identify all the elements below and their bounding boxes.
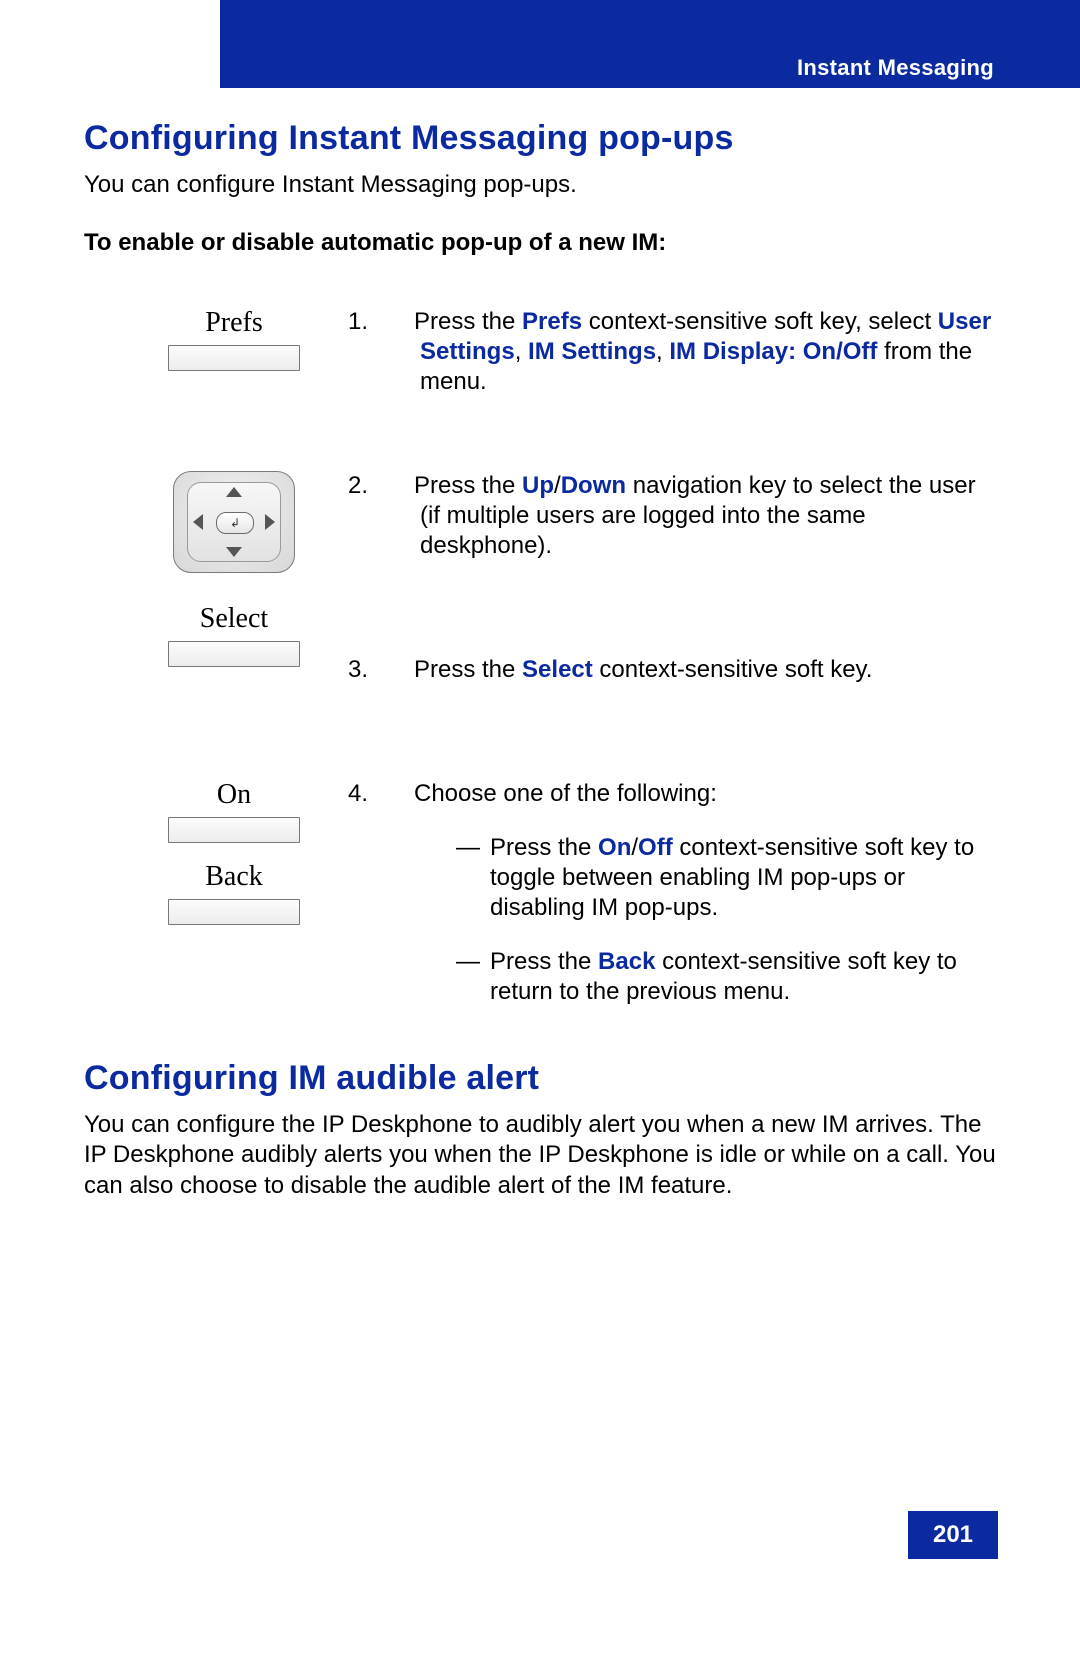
softkey-back-label: Back (205, 861, 263, 893)
step-3-number: 3. (384, 655, 414, 685)
step-2-3-row: ↲ Select 2.Press the Up/Down navigation … (84, 471, 996, 699)
running-header: Instant Messaging (797, 55, 994, 81)
section-heading-popups: Configuring Instant Messaging pop-ups (84, 119, 996, 158)
step-4-row: On Back 4.Choose one of the following: —… (84, 779, 996, 1019)
step-2-3-text: 2.Press the Up/Down navigation key to se… (384, 471, 996, 699)
section-heading-audible: Configuring IM audible alert (84, 1059, 996, 1098)
page-number: 201 (908, 1511, 998, 1559)
keyword-im-display: IM Display: On/Off (669, 338, 877, 365)
nav-down-icon (226, 547, 242, 557)
softkey-select-label: Select (200, 603, 268, 635)
dash-icon: — (456, 947, 490, 977)
step-1-graphic: Prefs (84, 307, 384, 389)
softkey-prefs: Prefs (168, 307, 300, 371)
softkey-on-label: On (217, 779, 251, 811)
nav-left-icon (193, 514, 203, 530)
keyword-prefs: Prefs (522, 308, 582, 335)
softkey-prefs-label: Prefs (205, 307, 263, 339)
step-1-number: 1. (384, 307, 414, 337)
nav-right-icon (265, 514, 275, 530)
content-area: Configuring Instant Messaging pop-ups Yo… (84, 105, 996, 1230)
keyword-im-settings: IM Settings (528, 338, 656, 365)
softkey-select: Select (168, 603, 300, 667)
step-2-number: 2. (384, 471, 414, 501)
nav-up-icon (226, 487, 242, 497)
softkey-on: On (168, 779, 300, 843)
keyword-select: Select (522, 656, 593, 683)
keyword-up: Up (522, 472, 554, 499)
step-2-3-graphic: ↲ Select (84, 471, 384, 685)
keyword-down: Down (561, 472, 626, 499)
softkey-back-button (168, 899, 300, 925)
softkey-select-button (168, 641, 300, 667)
subheading-enable-disable: To enable or disable automatic pop-up of… (84, 229, 996, 257)
step-1-row: Prefs 1.Press the Prefs context-sensitiv… (84, 307, 996, 411)
step-1-text: 1.Press the Prefs context-sensitive soft… (384, 307, 996, 411)
audible-body: You can configure the IP Deskphone to au… (84, 1110, 996, 1202)
nav-pad-icon: ↲ (173, 471, 295, 573)
keyword-off: Off (638, 834, 673, 861)
softkey-back: Back (168, 861, 300, 925)
dash-icon: — (456, 833, 490, 863)
step-4-text: 4.Choose one of the following: —Press th… (384, 779, 996, 1019)
keyword-back: Back (598, 948, 655, 975)
softkey-on-button (168, 817, 300, 843)
header-band: Instant Messaging (220, 0, 1080, 88)
intro-text: You can configure Instant Messaging pop-… (84, 170, 996, 201)
nav-enter-icon: ↲ (216, 512, 254, 534)
softkey-prefs-button (168, 345, 300, 371)
step-4-bullets: —Press the On/Off context-sensitive soft… (384, 833, 996, 1007)
keyword-on: On (598, 834, 631, 861)
step-4-number: 4. (384, 779, 414, 809)
step-4-graphic: On Back (84, 779, 384, 943)
page: Instant Messaging Configuring Instant Me… (0, 0, 1080, 1669)
